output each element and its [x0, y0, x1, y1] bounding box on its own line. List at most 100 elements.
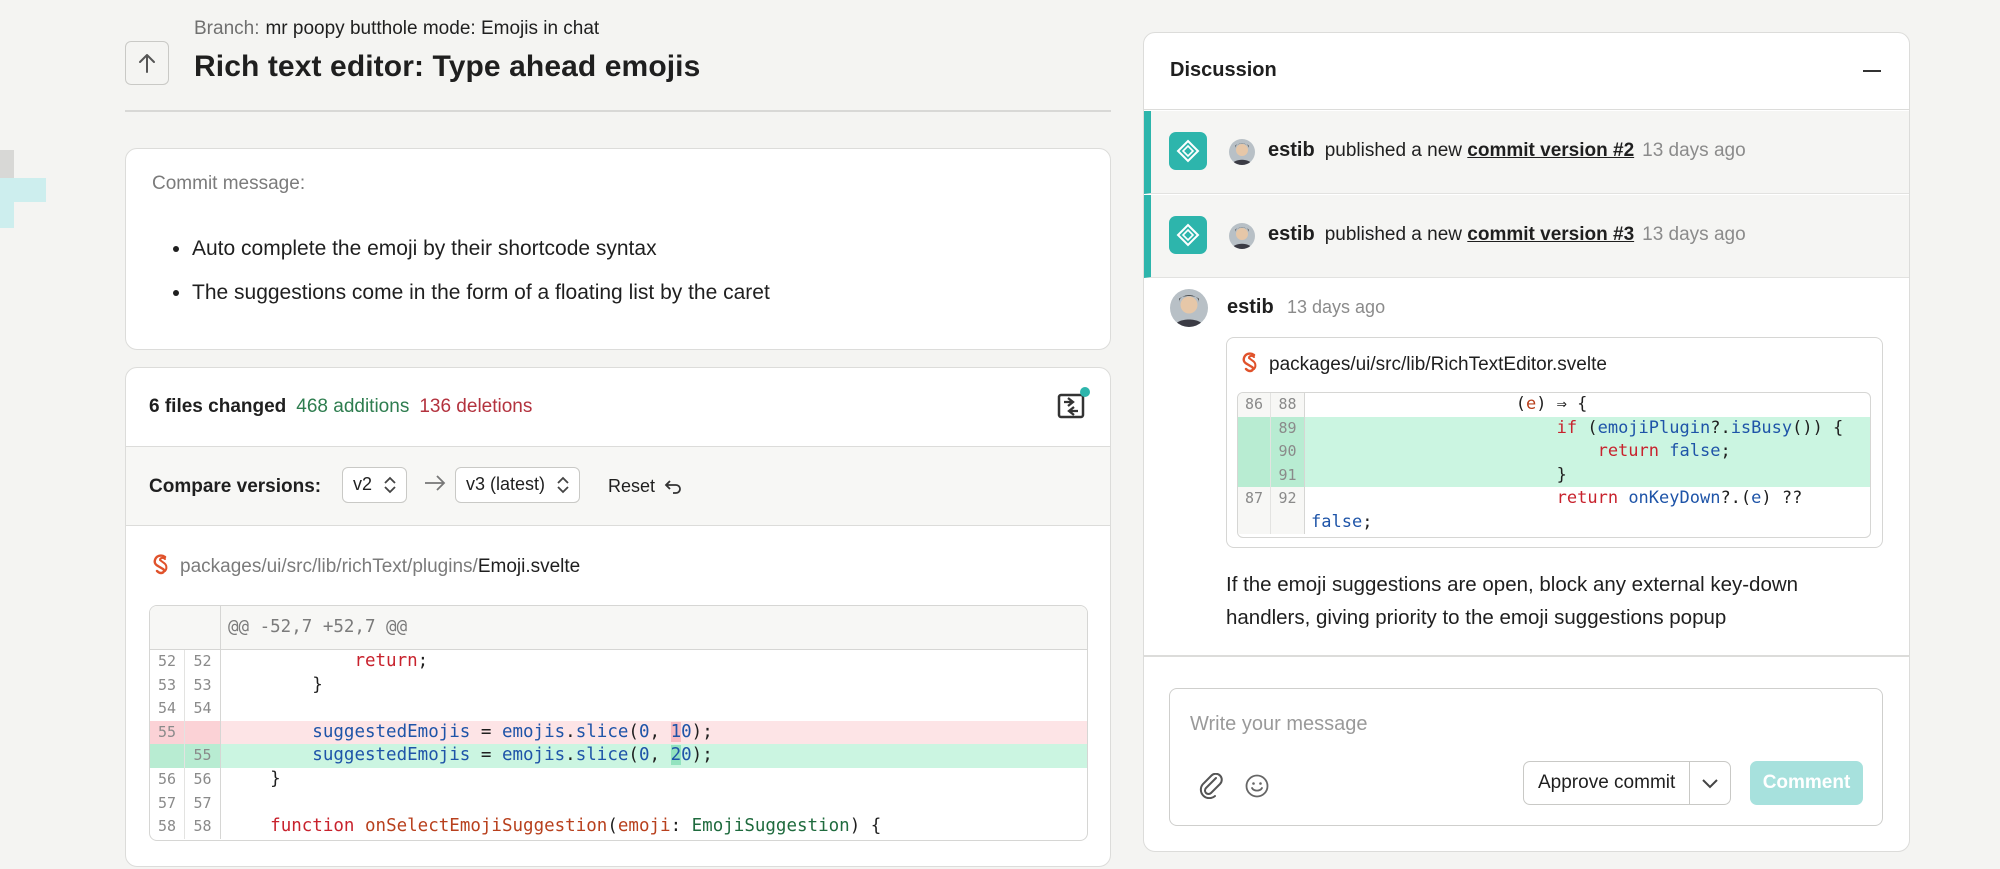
approve-commit-button[interactable]: Approve commit — [1524, 762, 1691, 804]
line-number-old: 53 — [150, 673, 185, 698]
line-number-old — [1238, 440, 1271, 464]
collapse-icon[interactable] — [1863, 70, 1881, 72]
comment-time: 13 days ago — [1287, 297, 1386, 317]
added-line: 90 return false; — [1238, 440, 1870, 464]
commit-message-list: Auto complete the emoji by their shortco… — [192, 237, 770, 325]
reset-button[interactable]: Reset — [608, 476, 682, 497]
event-time: 13 days ago — [1642, 224, 1746, 245]
commit-message-label: Commit message: — [152, 173, 306, 194]
chevron-up-down-icon — [557, 476, 569, 494]
emoji-button[interactable] — [1244, 773, 1270, 804]
line-number-new: 54 — [185, 697, 221, 721]
attach-button[interactable] — [1198, 772, 1226, 804]
approve-options-dropdown[interactable] — [1690, 762, 1730, 804]
message-composer: Approve commit Comment — [1169, 688, 1883, 826]
activity-event: estib published a new commit version #2 13… — [1144, 111, 1909, 194]
line-number-new: 92 — [1271, 487, 1305, 511]
files-changed-card: 6 files changed 468 additions 136 deletion… — [125, 367, 1111, 867]
table-row: 52 52 return; — [150, 650, 1087, 674]
comment-user[interactable]: estib — [1227, 296, 1274, 319]
approve-commit-split-button: Approve commit — [1523, 761, 1732, 805]
table-row: 53 53 } — [150, 673, 1087, 698]
discussion-title: Discussion — [1170, 59, 1277, 81]
comment-button[interactable]: Comment — [1750, 761, 1863, 805]
to-version-value: v3 (latest) — [466, 474, 546, 494]
chevron-up-down-icon — [384, 476, 396, 494]
decorative-block — [0, 150, 14, 178]
line-number-new: 53 — [185, 673, 221, 698]
file-path[interactable]: packages/ui/src/lib/richText/plugins/Emo… — [152, 554, 580, 578]
line-number-old: 52 — [150, 650, 185, 674]
line-number-old: 87 — [1238, 487, 1271, 511]
paperclip-icon — [1199, 772, 1223, 800]
header-divider — [125, 110, 1111, 112]
commit-icon — [1169, 216, 1207, 254]
event-action: published a new — [1324, 140, 1463, 161]
branch-label: Branch: — [194, 18, 260, 39]
compare-versions-bar: Compare versions: v2 v3 (latest) Reset — [126, 446, 1110, 526]
added-line: 55 suggestedEmojis = emojis.slice(0, 20)… — [150, 744, 1087, 768]
diff-view-toggle[interactable] — [1056, 386, 1090, 420]
from-version-value: v2 — [353, 474, 373, 494]
back-button[interactable] — [125, 41, 169, 85]
event-user[interactable]: estib — [1268, 139, 1315, 161]
file-path-directory: packages/ui/src/lib/richText/plugins/ — [180, 556, 478, 577]
svelte-icon — [153, 554, 168, 575]
line-number-new: 57 — [185, 791, 221, 816]
added-line: 91 } — [1238, 463, 1870, 487]
snippet-file-path[interactable]: packages/ui/src/lib/RichTextEditor.svelt… — [1241, 352, 1607, 376]
svelte-icon — [1242, 352, 1257, 373]
event-user[interactable]: estib — [1268, 223, 1315, 245]
hunk-range: @@ -52,7 +52,7 @@ — [228, 617, 408, 637]
line-number-new: 56 — [185, 767, 221, 792]
commit-icon — [1169, 132, 1207, 170]
arrow-right-icon — [425, 475, 446, 491]
files-changed-count: 6 files changed — [149, 396, 287, 417]
message-input[interactable] — [1190, 713, 1850, 736]
code-diff: @@ -52,7 +52,7 @@ 52 52 return; 53 53 } 54… — [149, 605, 1088, 841]
commit-version-link[interactable]: commit version #3 — [1467, 224, 1634, 245]
avatar — [1229, 139, 1255, 165]
reset-label: Reset — [608, 476, 656, 496]
event-text: estib published a new commit version #2 13… — [1268, 139, 1746, 162]
commit-version-link[interactable]: commit version #2 — [1467, 140, 1634, 161]
event-action: published a new — [1324, 224, 1463, 245]
table-row: 86 88 (e) ⇒ { — [1238, 393, 1870, 417]
line-number-new: 89 — [1271, 416, 1305, 440]
deleted-line: 55 suggestedEmojis = emojis.slice(0, 10)… — [150, 720, 1087, 745]
undo-icon — [664, 480, 681, 494]
line-number-old — [1238, 463, 1271, 487]
decorative-block — [0, 202, 14, 228]
table-row: 58 58 function onSelectEmojiSuggestion(em… — [150, 815, 1087, 839]
file-path-name: Emoji.svelte — [477, 556, 581, 577]
event-time: 13 days ago — [1642, 140, 1746, 161]
event-text: estib published a new commit version #3 13… — [1268, 223, 1746, 246]
activity-event: estib published a new commit version #3 13… — [1144, 195, 1909, 278]
line-number-old: 86 — [1238, 393, 1271, 417]
line-number-new: 52 — [185, 650, 221, 674]
additions-count: 468 additions — [296, 396, 410, 417]
from-version-select[interactable]: v2 — [342, 467, 408, 503]
added-line: 89 if (emojiPlugin?.isBusy()) { — [1238, 416, 1870, 440]
to-version-select[interactable]: v3 (latest) — [455, 467, 581, 503]
avatar — [1170, 289, 1208, 327]
line-number-old: 58 — [150, 815, 185, 839]
table-row: 87 92 return onKeyDown?.(e) ?? — [1238, 487, 1870, 511]
line-number-old — [1238, 416, 1271, 440]
snippet-file-name: packages/ui/src/lib/RichTextEditor.svelt… — [1269, 354, 1607, 375]
diff-stats: 6 files changed 468 additions 136 deletion… — [149, 396, 532, 418]
list-item: Auto complete the emoji by their shortco… — [192, 237, 770, 261]
commit-message-card: Commit message: Auto complete the emoji … — [125, 148, 1111, 350]
line-number-new: 55 — [185, 744, 221, 768]
line-number-new: 91 — [1271, 463, 1305, 487]
deletions-count: 136 deletions — [419, 396, 533, 417]
line-number-old: 54 — [150, 697, 185, 721]
chevron-down-icon — [1702, 779, 1718, 789]
line-number-old: 57 — [150, 791, 185, 816]
list-item: The suggestions come in the form of a fl… — [192, 281, 770, 305]
line-number-new: 58 — [185, 815, 221, 839]
arrow-up-icon — [139, 54, 155, 73]
snippet-code: 86 88 (e) ⇒ { 89 if (emojiPlugin?.isBusy(… — [1237, 392, 1871, 538]
branch-name[interactable]: mr poopy butthole mode: Emojis in chat — [265, 18, 599, 39]
decorative-block — [0, 178, 46, 202]
